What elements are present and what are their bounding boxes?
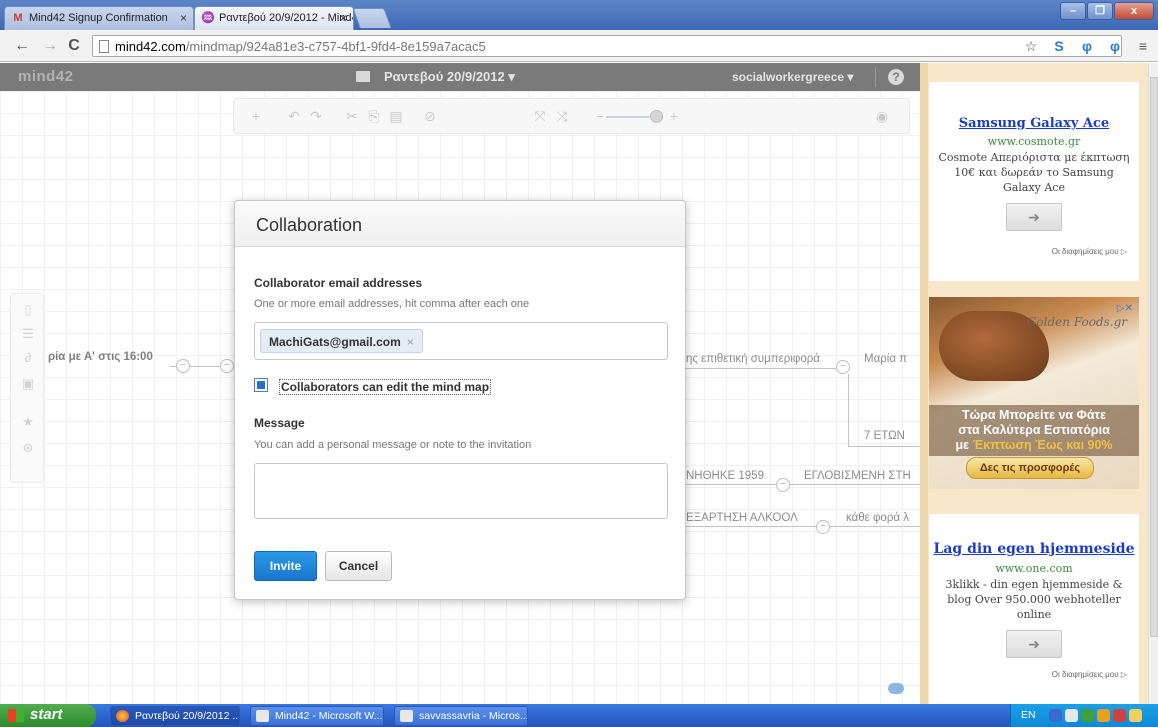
- tab-label: Ραντεβού 20/9/2012 - Mind4: [219, 12, 354, 24]
- network-icon[interactable]: [1081, 709, 1094, 722]
- taskbar-item-label: savvassavria - Micros...: [419, 710, 528, 722]
- volume-icon[interactable]: [1065, 709, 1078, 722]
- extension-icon[interactable]: φ: [1078, 37, 1096, 55]
- screen: M Mind42 Signup Confirmation × ♒ Ραντεβο…: [0, 0, 1158, 727]
- ad-url[interactable]: www.cosmote.gr: [929, 135, 1139, 148]
- tray-arrow-icon[interactable]: [1049, 709, 1062, 722]
- chrome-icon: [116, 710, 129, 722]
- ad-onecom[interactable]: Lag din egen hjemmeside www.one.com 3kli…: [929, 514, 1139, 704]
- ad-title[interactable]: Samsung Galaxy Ace: [929, 116, 1139, 131]
- ad-choices[interactable]: Οι διαφημίσεις μου ▷: [929, 247, 1139, 256]
- scroll-thumb[interactable]: [1150, 77, 1158, 637]
- close-window-button[interactable]: x: [1114, 2, 1154, 20]
- ad-brand: Golden Foods.gr: [1026, 315, 1127, 329]
- window-controls: – ❐ x: [1060, 2, 1154, 20]
- windows-logo-icon: [8, 709, 24, 722]
- taskbar-item-chrome[interactable]: Ραντεβού 20/9/2012 ...: [110, 706, 240, 726]
- word-icon: [256, 710, 269, 722]
- ad-samsung[interactable]: Samsung Galaxy Ace www.cosmote.gr Cosmot…: [929, 82, 1139, 281]
- tab-mind42[interactable]: ♒ Ραντεβού 20/9/2012 - Mind4 ×: [194, 6, 354, 30]
- tab-gmail[interactable]: M Mind42 Signup Confirmation ×: [4, 6, 194, 30]
- ad-title[interactable]: Lag din egen hjemmeside: [929, 540, 1139, 558]
- reload-icon[interactable]: C: [64, 36, 84, 56]
- windows-taskbar: start Ραντεβού 20/9/2012 ... Mind42 - Mi…: [0, 704, 1158, 727]
- ad-arrow-button[interactable]: ➜: [1006, 630, 1062, 658]
- start-button[interactable]: start: [0, 704, 96, 727]
- tray-app-icon[interactable]: [1129, 709, 1142, 722]
- skype-icon[interactable]: S: [1050, 37, 1068, 55]
- system-tray: EN: [1010, 704, 1158, 727]
- close-tab-icon[interactable]: ×: [180, 11, 187, 25]
- bookmark-star-icon[interactable]: ☆: [1022, 37, 1040, 55]
- browser-toolbar: ← → C mind42.com/mindmap/924a81e3-c757-4…: [0, 30, 1158, 62]
- ad-headline-line: στα Καλύτερα Εστιατόρια: [958, 423, 1110, 437]
- email-hint: One or more email addresses, hit comma a…: [254, 298, 530, 310]
- ad-headline-line: Τώρα Μπορείτε να Φάτε: [961, 408, 1107, 422]
- email-input[interactable]: MachiGats@gmail.com ×: [254, 322, 668, 360]
- tab-label: Mind42 Signup Confirmation: [29, 12, 168, 24]
- new-tab-button[interactable]: [352, 8, 392, 28]
- ad-headline-part: με: [955, 438, 973, 452]
- ad-text: Cosmote Απεριόριστα με έκπτωση 10€ και δ…: [938, 151, 1130, 194]
- ad-goldenfoods[interactable]: ▷✕ Golden Foods.gr Τώρα Μπορείτε να Φάτε…: [929, 297, 1139, 489]
- menu-icon[interactable]: ≡: [1134, 37, 1152, 55]
- close-tab-icon[interactable]: ×: [340, 11, 347, 25]
- can-edit-checkbox[interactable]: [254, 378, 268, 392]
- can-edit-label[interactable]: Collaborators can edit the mind map: [279, 379, 492, 395]
- address-bar[interactable]: mind42.com/mindmap/924a81e3-c757-4bf1-9f…: [92, 35, 1122, 57]
- ad-cta-button[interactable]: Δες τις προσφορές: [966, 457, 1094, 479]
- ad-arrow-button[interactable]: ➜: [1006, 203, 1062, 231]
- url-host: mind42.com: [115, 39, 186, 54]
- taskbar-item-label: Ραντεβού 20/9/2012 ...: [135, 710, 240, 722]
- ad-choices[interactable]: Οι διαφημίσεις μου ▷: [929, 670, 1139, 679]
- message-hint: You can add a personal message or note t…: [254, 439, 532, 451]
- ad-close-icon[interactable]: ▷✕: [1117, 303, 1133, 314]
- email-tag-text: MachiGats@gmail.com: [269, 335, 401, 349]
- url-path: /mindmap/924a81e3-c757-4bf1-9fd4-8e159a7…: [185, 39, 486, 54]
- email-label: Collaborator email addresses: [254, 276, 423, 290]
- collaboration-dialog: Collaboration Collaborator email address…: [234, 200, 686, 600]
- ad-url[interactable]: www.one.com: [929, 562, 1139, 575]
- tray-icons: [1049, 709, 1142, 722]
- taskbar-item-label: Mind42 - Microsoft W...: [275, 710, 383, 722]
- remove-tag-icon[interactable]: ×: [407, 335, 414, 349]
- extension-icons: ☆ S φ φ ≡: [1022, 37, 1158, 55]
- forward-icon[interactable]: →: [40, 36, 60, 56]
- browser-tabstrip: M Mind42 Signup Confirmation × ♒ Ραντεβο…: [0, 0, 1158, 30]
- start-label: start: [30, 706, 63, 723]
- page-scrollbar[interactable]: [1148, 63, 1158, 704]
- minimize-button[interactable]: –: [1060, 2, 1086, 20]
- restore-button[interactable]: ❐: [1087, 2, 1113, 20]
- security-icon[interactable]: [1097, 709, 1110, 722]
- language-indicator[interactable]: EN: [1021, 709, 1036, 721]
- email-tag: MachiGats@gmail.com ×: [260, 329, 423, 353]
- word-icon: [400, 710, 413, 722]
- invite-button[interactable]: Invite: [254, 551, 317, 581]
- ad-text: 3klikk - din egen hjemmeside & blog Over…: [945, 578, 1123, 621]
- back-icon[interactable]: ←: [12, 36, 32, 56]
- ad-headline-line: με Έκπτωση Έως και 90%: [929, 438, 1139, 453]
- extension-icon[interactable]: φ: [1106, 37, 1124, 55]
- cancel-button[interactable]: Cancel: [325, 551, 392, 581]
- ad-headline: Τώρα Μπορείτε να Φάτε στα Καλύτερα Εστια…: [929, 405, 1139, 456]
- ad-headline-highlight: Έκπτωση Έως και 90%: [972, 438, 1113, 452]
- taskbar-item-word-2[interactable]: savvassavria - Micros...: [394, 706, 528, 726]
- update-icon[interactable]: [1113, 709, 1126, 722]
- dialog-title: Collaboration: [256, 215, 363, 235]
- mind42-icon: ♒: [201, 12, 215, 24]
- taskbar-item-word[interactable]: Mind42 - Microsoft W...: [250, 706, 384, 726]
- page-icon: [99, 40, 109, 53]
- message-textarea[interactable]: [254, 463, 668, 519]
- gmail-icon: M: [13, 12, 23, 24]
- message-label: Message: [254, 416, 305, 430]
